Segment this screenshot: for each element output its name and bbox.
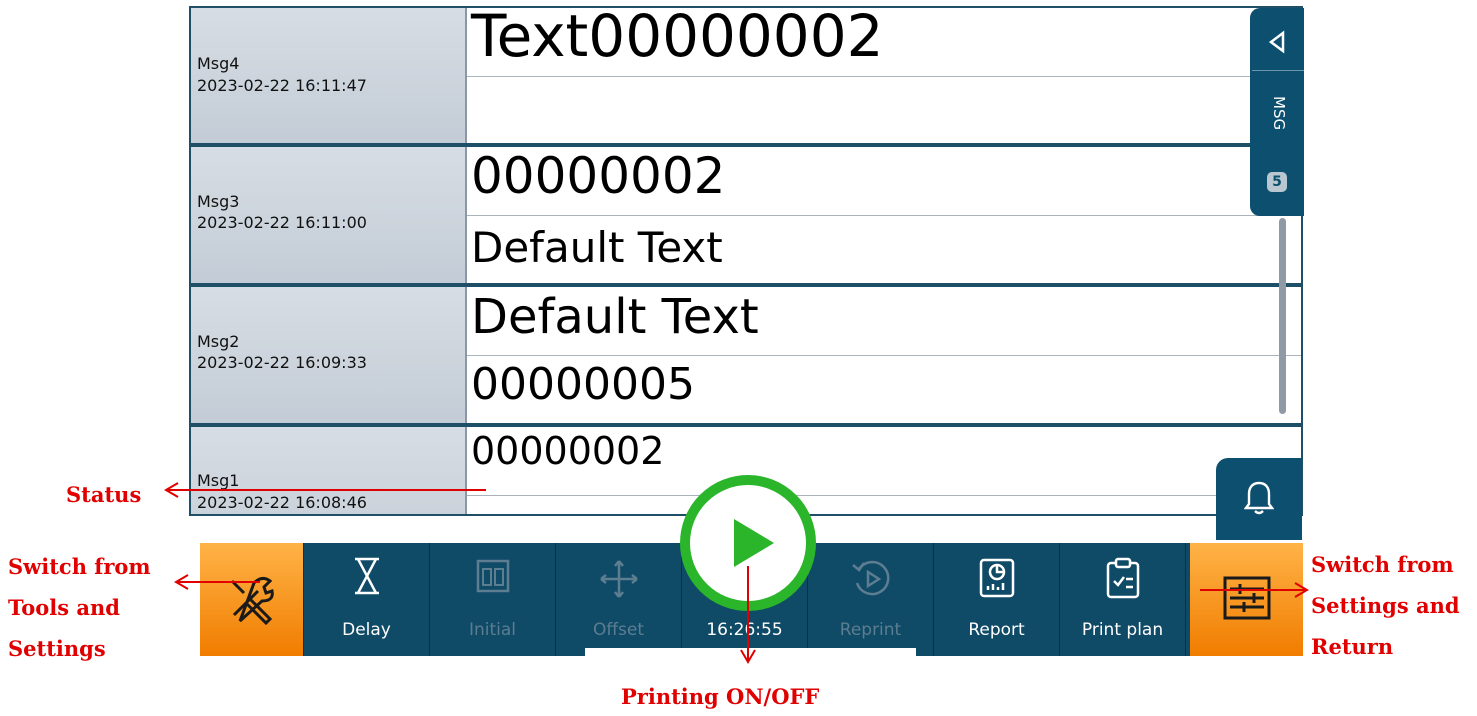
- report-chart-icon: [979, 558, 1014, 598]
- switch-tools-annotation: Switch from Tools and Settings: [8, 554, 151, 661]
- message-line-2-text: Default Text: [471, 223, 723, 272]
- report-button[interactable]: Report: [934, 543, 1060, 656]
- settings-return-button[interactable]: [1190, 543, 1303, 656]
- msg-side-tab[interactable]: MSG 5: [1250, 8, 1304, 216]
- message-preview: Default Text 00000005: [467, 287, 1301, 424]
- message-line-1: Default Text: [467, 287, 1301, 356]
- reprint-button[interactable]: Reprint: [808, 543, 934, 656]
- hourglass-icon: [354, 557, 379, 595]
- message-name: Msg3: [197, 192, 240, 211]
- collapse-left-icon: [1268, 30, 1285, 54]
- message-line-2: [467, 76, 1301, 144]
- offset-button[interactable]: Offset: [556, 543, 682, 656]
- msg-tab-label: MSG: [1270, 96, 1288, 131]
- message-date: 2023-02-22 16:09:33: [197, 353, 367, 372]
- message-row-msg4[interactable]: Msg4 2023-02-22 16:11:47 Text00000002: [191, 8, 1301, 145]
- delay-label: Delay: [342, 620, 391, 640]
- message-preview: 00000002: [467, 427, 1301, 514]
- bell-icon: [1244, 481, 1274, 515]
- message-line-1: 00000002: [467, 427, 1301, 496]
- message-name: Msg2: [197, 332, 240, 351]
- message-name: Msg1: [197, 471, 240, 490]
- message-meta: Msg3 2023-02-22 16:11:00: [191, 147, 467, 284]
- initial-counter-icon: [476, 559, 509, 593]
- reprint-label: Reprint: [839, 620, 902, 640]
- print-plan-label: Print plan: [1081, 620, 1164, 640]
- settings-sliders-icon: [1223, 576, 1270, 620]
- message-row-msg2[interactable]: Msg2 2023-02-22 16:09:33 Default Text 00…: [191, 287, 1301, 424]
- printing-annotation: Printing ON/OFF: [621, 684, 820, 709]
- mask-strip: [585, 648, 916, 660]
- message-date: 2023-02-22 16:11:00: [197, 213, 367, 232]
- tools-icon: [230, 576, 274, 626]
- message-line-1-text: 00000002: [471, 429, 665, 473]
- switch-settings-annotation: Switch from Settings and Return: [1311, 552, 1460, 659]
- message-line-1: 00000002: [467, 147, 1301, 216]
- move-arrows-icon: [599, 560, 638, 598]
- initial-label: Initial: [468, 620, 517, 640]
- reprint-icon: [851, 560, 889, 596]
- message-line-1-text: Text00000002: [471, 6, 884, 70]
- message-meta: Msg2 2023-02-22 16:09:33: [191, 287, 467, 424]
- message-row-msg3[interactable]: Msg3 2023-02-22 16:11:00 00000002 Defaul…: [191, 147, 1301, 284]
- message-line-1: Text00000002: [467, 8, 1301, 77]
- message-list-screen: Msg4 2023-02-22 16:11:47 Text00000002 Ms…: [189, 6, 1303, 516]
- message-line-1-text: Default Text: [471, 289, 759, 345]
- status-annotation: Status: [66, 482, 142, 507]
- message-preview: 00000002 Default Text: [467, 147, 1301, 284]
- message-line-2: [467, 495, 1301, 514]
- message-date: 2023-02-22 16:08:46: [197, 493, 367, 512]
- tab-divider: [1252, 70, 1304, 71]
- play-icon: [734, 519, 774, 567]
- message-line-1-text: 00000002: [471, 147, 726, 205]
- msg-count-badge: 5: [1267, 172, 1287, 192]
- status-arrowhead: [164, 482, 179, 498]
- initial-button[interactable]: Initial: [430, 543, 556, 656]
- message-line-2: Default Text: [467, 215, 1301, 283]
- delay-button[interactable]: Delay: [304, 543, 430, 656]
- print-plan-button[interactable]: Print plan: [1060, 543, 1186, 656]
- current-time: 16:26:55: [706, 620, 783, 640]
- tools-button[interactable]: [200, 543, 304, 656]
- message-line-2-text: 00000005: [471, 359, 695, 410]
- print-start-button[interactable]: [680, 475, 816, 611]
- report-label: Report: [968, 620, 1025, 640]
- list-scrollbar[interactable]: [1279, 218, 1286, 414]
- message-meta: Msg1 2023-02-22 16:08:46: [191, 427, 467, 514]
- message-date: 2023-02-22 16:11:47: [197, 76, 367, 95]
- alarm-button[interactable]: [1216, 458, 1302, 540]
- offset-label: Offset: [592, 620, 645, 640]
- message-preview: Text00000002: [467, 8, 1301, 145]
- clipboard-check-icon: [1106, 557, 1139, 599]
- message-line-2: 00000005: [467, 355, 1301, 423]
- message-meta: Msg4 2023-02-22 16:11:47: [191, 8, 467, 145]
- message-name: Msg4: [197, 54, 240, 73]
